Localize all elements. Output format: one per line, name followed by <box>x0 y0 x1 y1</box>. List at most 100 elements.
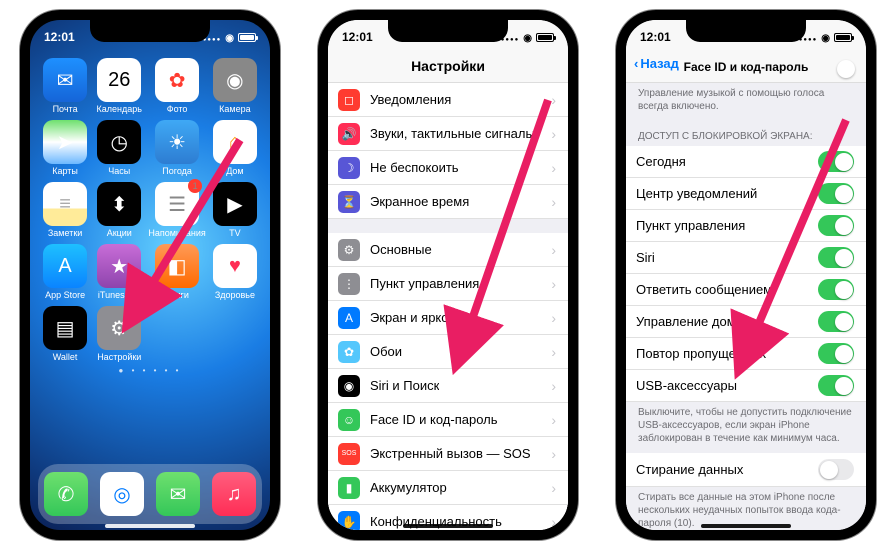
faceid-icon: ☺ <box>338 409 360 431</box>
app-label: Книги <box>165 290 189 300</box>
app-tv[interactable]: ▶ TV <box>210 182 260 238</box>
page-dots[interactable]: ● • • • • • <box>30 366 270 375</box>
row-label: Стирание данных <box>636 462 743 477</box>
chevron-right-icon: › <box>551 310 556 326</box>
app-label: Здоровье <box>215 290 255 300</box>
row-display[interactable]: AЭкран и яркость› <box>328 301 568 335</box>
app-home[interactable]: ⌂Дом <box>210 120 260 176</box>
app-weather[interactable]: ☀Погода <box>148 120 205 176</box>
row-label: Центр уведомлений <box>636 186 757 201</box>
chevron-right-icon: › <box>551 344 556 360</box>
wallet-icon: ▤ <box>43 306 87 350</box>
app-camera[interactable]: ◉Камера <box>210 58 260 114</box>
dock-safari[interactable]: ◎ <box>100 472 144 516</box>
row-notifications[interactable]: ◻Уведомления› <box>328 83 568 117</box>
row-label: Siri и Поиск <box>370 378 439 393</box>
status-time: 12:01 <box>44 30 75 44</box>
app-reminders[interactable]: ☰1Напоминания <box>148 182 205 238</box>
app-label: iTunes S... <box>98 290 141 300</box>
lockscreen-header: ДОСТУП С БЛОКИРОВКОЙ ЭКРАНА: <box>626 121 866 146</box>
app-calendar[interactable]: 26Календарь <box>94 58 144 114</box>
row-dnd[interactable]: ☽ Не беспокоить › <box>328 151 568 185</box>
privacy-icon: ✋ <box>338 511 360 531</box>
app-stocks[interactable]: ⬍Акции <box>94 182 144 238</box>
toggle-returncall[interactable] <box>818 343 854 364</box>
app-maps[interactable]: ➤Карты <box>40 120 90 176</box>
app-books[interactable]: ◧Книги <box>148 244 205 300</box>
toggle-reply[interactable] <box>818 279 854 300</box>
app-notes[interactable]: ≡Заметки <box>40 182 90 238</box>
row-reply: Ответить сообщением <box>626 274 866 306</box>
row-label: Siri <box>636 250 655 265</box>
app-mail[interactable]: ✉Почта <box>40 58 90 114</box>
row-label: Пункт управления <box>636 218 745 233</box>
row-siri: Siri <box>626 242 866 274</box>
row-erase: Стирание данных <box>626 453 866 487</box>
toggle-control-center[interactable] <box>818 215 854 236</box>
row-screentime[interactable]: ⏳Экранное время› <box>328 185 568 219</box>
dock-messages[interactable]: ✉ <box>156 472 200 516</box>
toggle-usb[interactable] <box>818 375 854 396</box>
nav-bar: ‹ Назад Face ID и код-пароль <box>626 54 866 83</box>
chevron-right-icon: › <box>551 242 556 258</box>
app-appstore[interactable]: AApp Store <box>40 244 90 300</box>
app-label: App Store <box>45 290 85 300</box>
app-health[interactable]: ♥Здоровье <box>210 244 260 300</box>
toggle-siri[interactable] <box>818 247 854 268</box>
chevron-right-icon: › <box>551 160 556 176</box>
dock-phone[interactable]: ✆ <box>44 472 88 516</box>
app-wallet[interactable]: ▤ Wallet <box>40 306 90 362</box>
row-controlcenter[interactable]: ⋮Пункт управления› <box>328 267 568 301</box>
tv-icon: ▶ <box>213 182 257 226</box>
page-title: Face ID и код-пароль <box>684 60 809 74</box>
dock: ✆ ◎ ✉ ♫ <box>38 464 262 524</box>
screentime-icon: ⏳ <box>338 191 360 213</box>
home-indicator[interactable] <box>701 524 791 528</box>
toggle-erase[interactable] <box>818 459 854 480</box>
nav-title: Настройки <box>328 54 568 83</box>
row-battery[interactable]: ▮Аккумулятор› <box>328 471 568 505</box>
row-returncall: Повтор пропущенных <box>626 338 866 370</box>
toggle-homecontrol[interactable] <box>818 311 854 332</box>
controlcenter-icon: ⋮ <box>338 273 360 295</box>
row-label: Не беспокоить <box>370 160 459 175</box>
home-icon: ⌂ <box>213 120 257 164</box>
chevron-right-icon: › <box>551 412 556 428</box>
toggle-notif-center[interactable] <box>818 183 854 204</box>
status-icons <box>203 30 256 44</box>
row-faceid[interactable]: ☺ Face ID и код-пароль › <box>328 403 568 437</box>
chevron-right-icon: › <box>551 92 556 108</box>
row-general[interactable]: ⚙Основные› <box>328 233 568 267</box>
row-label: Аккумулятор <box>370 480 447 495</box>
wifi-icon <box>523 30 532 44</box>
app-settings[interactable]: ⚙Настройки <box>94 306 144 362</box>
dock-music[interactable]: ♫ <box>212 472 256 516</box>
home-indicator[interactable] <box>105 524 195 528</box>
stocks-icon: ⬍ <box>97 182 141 226</box>
battery-icon <box>238 33 256 42</box>
camera-icon: ◉ <box>213 58 257 102</box>
mail-icon: ✉ <box>43 58 87 102</box>
back-button[interactable]: ‹ Назад <box>634 56 679 71</box>
app-clock[interactable]: ◷Часы <box>94 120 144 176</box>
dnd-icon: ☽ <box>338 157 360 179</box>
row-label: Экстренный вызов — SOS <box>370 446 531 461</box>
row-control-center: Пункт управления <box>626 210 866 242</box>
row-label: Face ID и код-пароль <box>370 412 498 427</box>
row-label: Экранное время <box>370 194 469 209</box>
app-itunes[interactable]: ★iTunes S... <box>94 244 144 300</box>
status-icons <box>799 30 852 44</box>
app-photos[interactable]: ✿Фото <box>148 58 205 114</box>
toggle-today[interactable] <box>818 151 854 172</box>
app-label: TV <box>229 228 241 238</box>
row-sounds[interactable]: 🔊Звуки, тактильные сигналы› <box>328 117 568 151</box>
home-indicator[interactable] <box>403 524 493 528</box>
row-wallpaper[interactable]: ✿Обои› <box>328 335 568 369</box>
row-siri[interactable]: ◉Siri и Поиск› <box>328 369 568 403</box>
row-label: Экран и яркость <box>370 310 468 325</box>
app-label: Wallet <box>53 352 78 362</box>
status-icons <box>501 30 554 44</box>
row-label: USB-аксессуары <box>636 378 737 393</box>
badge: 1 <box>188 179 202 193</box>
row-sos[interactable]: SOSЭкстренный вызов — SOS› <box>328 437 568 471</box>
